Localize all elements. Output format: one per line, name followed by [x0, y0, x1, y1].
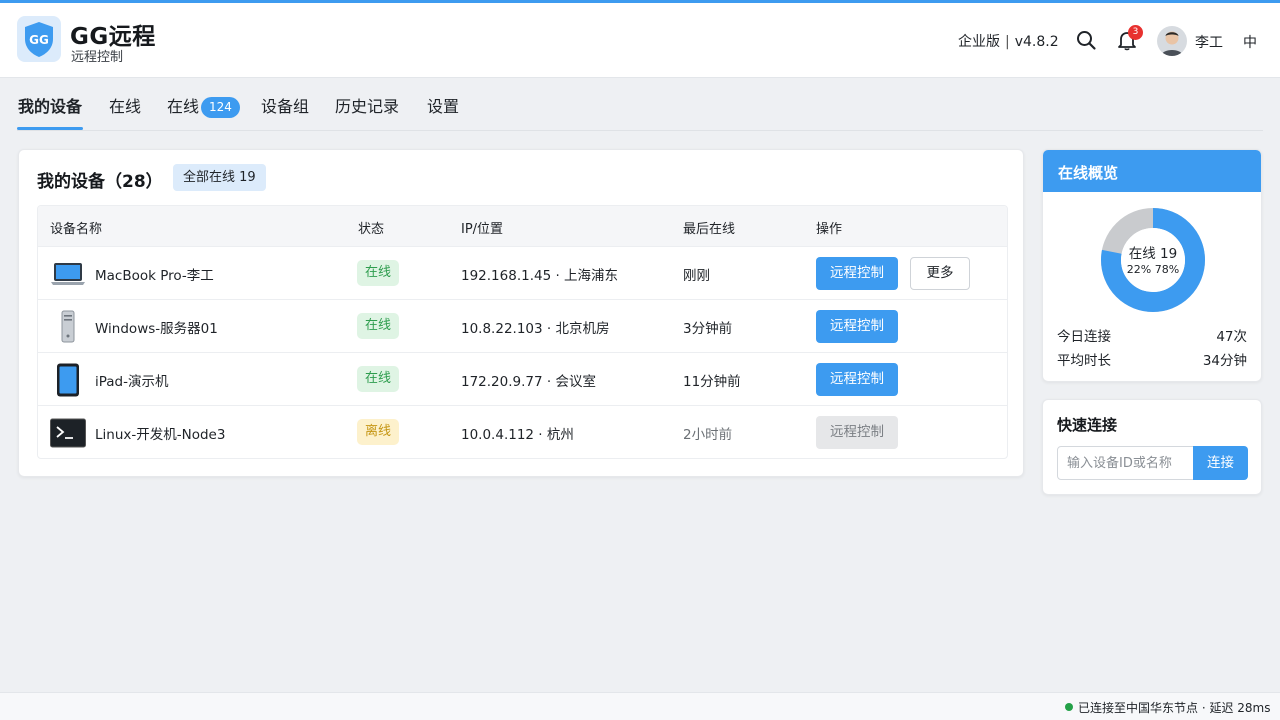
device-name: iPad-演示机 — [95, 374, 169, 390]
laptop-icon — [50, 257, 86, 291]
status-badge: 在线 — [357, 366, 400, 392]
col-device-name: 设备名称 — [50, 222, 103, 237]
remote-control-button[interactable]: 远程控制 — [816, 257, 898, 290]
device-name: MacBook Pro-李工 — [95, 268, 214, 284]
tab-history[interactable]: 历史记录 — [335, 93, 399, 117]
connect-button[interactable]: 连接 — [1193, 446, 1248, 480]
status-bar: 已连接至中国华东节点 · 延迟 28ms — [0, 692, 1280, 720]
tabs-divider — [17, 130, 1263, 131]
language-switch[interactable]: 中 — [1243, 32, 1257, 52]
remote-control-button[interactable]: 远程控制 — [816, 310, 898, 343]
logo-text: GG — [29, 33, 49, 47]
stat-value-today: 47次 — [1216, 329, 1247, 345]
tab-my-devices[interactable]: 我的设备 — [18, 93, 82, 117]
table-row[interactable]: Windows-服务器01 在线 10.8.22.103 · 北京机房 3分钟前… — [38, 299, 1007, 352]
more-button[interactable]: 更多 — [910, 257, 970, 290]
notification-count-badge: 3 — [1128, 25, 1143, 40]
device-ip: 10.0.4.112 · 杭州 — [461, 427, 574, 443]
device-ip: 192.168.1.45 · 上海浦东 — [461, 268, 619, 284]
overview-header: 在线概览 — [1043, 150, 1261, 192]
version-label: v4.8.2 — [1014, 34, 1059, 50]
edition-version: 企业版 | v4.8.2 — [958, 31, 1059, 51]
search-icon[interactable] — [1073, 27, 1099, 53]
device-ip: 172.20.9.77 · 会议室 — [461, 374, 596, 390]
table-row[interactable]: MacBook Pro-李工 在线 192.168.1.45 · 上海浦东 刚刚… — [38, 246, 1007, 299]
server-icon — [50, 310, 86, 344]
remote-control-button[interactable]: 远程控制 — [816, 363, 898, 396]
online-overview-card: 在线概览 在线 19 22% 78% 今日连接 47次 平均时长 34分钟 — [1042, 149, 1262, 382]
device-ip: 10.8.22.103 · 北京机房 — [461, 321, 610, 337]
col-actions: 操作 — [816, 222, 843, 237]
device-last-seen: 2小时前 — [683, 427, 733, 443]
table-row[interactable]: Linux-开发机-Node3 离线 10.0.4.112 · 杭州 2小时前 … — [38, 405, 1007, 458]
terminal-icon — [50, 416, 86, 450]
donut-percentages: 22% 78% — [1099, 263, 1207, 276]
devices-table: 设备名称 状态 IP/位置 最后在线 操作 MacBook Pro-李工 在线 … — [37, 205, 1008, 459]
status-badge: 在线 — [357, 313, 400, 339]
app-header: GG GG远程 远程控制 企业版 | v4.8.2 3 李工 中 — [0, 3, 1280, 78]
table-header: 设备名称 状态 IP/位置 最后在线 操作 — [38, 206, 1007, 246]
table-row[interactable]: iPad-演示机 在线 172.20.9.77 · 会议室 11分钟前 远程控制 — [38, 352, 1007, 405]
col-last-online: 最后在线 — [683, 222, 736, 237]
device-name: Windows-服务器01 — [95, 321, 218, 337]
edition-label: 企业版 — [958, 34, 1000, 50]
col-status: 状态 — [358, 222, 385, 237]
tab-device-groups[interactable]: 设备组 — [261, 93, 309, 117]
remote-control-button-disabled[interactable]: 远程控制 — [816, 416, 898, 449]
donut-center-label: 在线 19 — [1128, 246, 1178, 262]
stat-value-avg-duration: 34分钟 — [1202, 353, 1247, 369]
pct-offline: 22% — [1126, 263, 1152, 276]
shield-logo-icon: GG — [17, 16, 61, 62]
device-last-seen: 11分钟前 — [683, 374, 741, 390]
tab-online-count[interactable]: 在线 124 — [167, 93, 240, 118]
quick-connect-title: 快速连接 — [1057, 416, 1118, 434]
device-last-seen: 刚刚 — [683, 268, 710, 284]
stat-label-today: 今日连接 — [1057, 329, 1111, 345]
devices-card: 我的设备（28） 全部在线 19 设备名称 状态 IP/位置 最后在线 操作 M… — [18, 149, 1024, 477]
tab-online-count-label: 在线 — [167, 97, 200, 116]
col-ip-location: IP/位置 — [461, 222, 504, 237]
pct-online: 78% — [1154, 263, 1180, 276]
user-name[interactable]: 李工 — [1195, 32, 1223, 52]
app-subtitle: 远程控制 — [71, 50, 124, 65]
status-badge: 在线 — [357, 260, 400, 286]
connection-status-dot — [1065, 703, 1073, 711]
online-count-badge: 124 — [201, 97, 240, 118]
stat-label-avg-duration: 平均时长 — [1057, 353, 1111, 369]
tab-settings[interactable]: 设置 — [427, 93, 459, 117]
device-last-seen: 3分钟前 — [683, 321, 733, 337]
all-online-pill: 全部在线 19 — [173, 164, 266, 191]
edition-separator: | — [1005, 34, 1010, 50]
devices-title: 我的设备（28） — [37, 172, 163, 192]
device-id-input[interactable] — [1057, 446, 1194, 480]
quick-connect-card: 快速连接 连接 — [1042, 399, 1262, 495]
connection-status-text: 已连接至中国华东节点 · 延迟 28ms — [1078, 701, 1271, 715]
tablet-icon — [50, 363, 86, 397]
avatar[interactable] — [1157, 26, 1187, 56]
device-name: Linux-开发机-Node3 — [95, 427, 226, 443]
status-badge: 离线 — [357, 419, 400, 445]
overview-title: 在线概览 — [1058, 164, 1119, 182]
tab-online[interactable]: 在线 — [109, 93, 141, 117]
